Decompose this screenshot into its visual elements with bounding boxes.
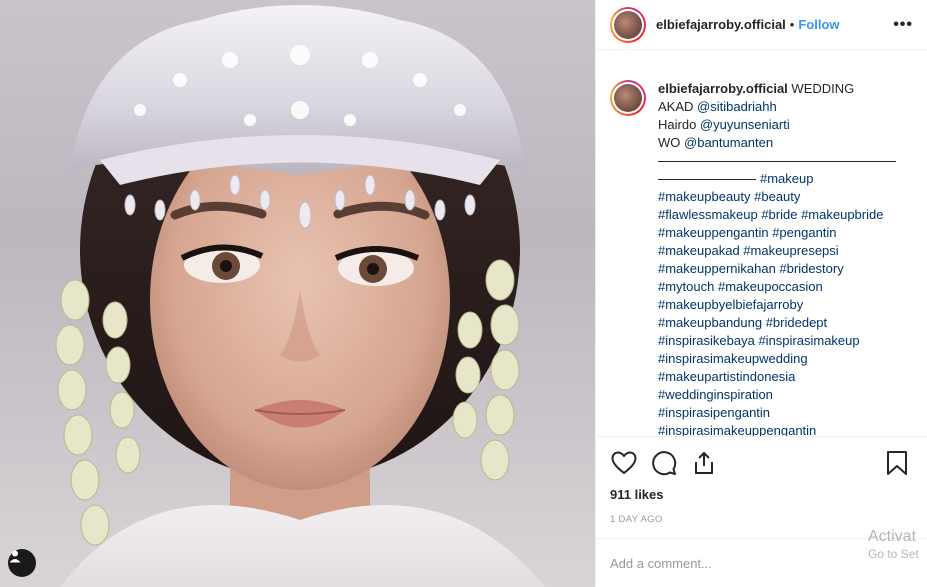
mention-link[interactable]: @bantumanten xyxy=(684,135,773,150)
avatar[interactable] xyxy=(610,6,646,43)
hashtag-link[interactable]: #inspirasikebaya #inspirasimakeup xyxy=(658,332,908,350)
hashtag-link[interactable]: #makeuppengantin #pengantin xyxy=(658,224,908,242)
caption-divider xyxy=(658,161,896,162)
hashtag-link[interactable]: #weddinginspiration xyxy=(658,386,908,404)
caption-text: elbiefajarroby.official WEDDING AKAD @si… xyxy=(658,80,908,436)
mention-link[interactable]: @yuyunseniarti xyxy=(700,117,790,132)
hashtag-link[interactable]: #makeupbeauty #beauty xyxy=(658,188,908,206)
caption-avatar[interactable] xyxy=(610,80,646,116)
post-actions: 911 likes 1 DAY AGO xyxy=(596,436,927,525)
hashtag-link[interactable]: #makeupakad #makeupresepsi xyxy=(658,242,908,260)
wo-label: WO xyxy=(658,135,681,150)
caption-area: elbiefajarroby.official WEDDING AKAD @si… xyxy=(596,62,927,436)
heart-icon[interactable] xyxy=(610,449,638,477)
hashtag-link[interactable]: #inspirasimakeuppengantin xyxy=(658,422,908,436)
header-username[interactable]: elbiefajarroby.official xyxy=(656,17,786,32)
post-timestamp[interactable]: 1 DAY AGO xyxy=(610,514,911,525)
hairdo-label: Hairdo xyxy=(658,117,697,132)
comment-box xyxy=(596,538,927,587)
hashtag-link[interactable]: #makeupbyelbiefajarroby xyxy=(658,296,908,314)
caption-divider-short xyxy=(658,179,756,181)
caption-username[interactable]: elbiefajarroby.official xyxy=(658,81,788,96)
mention-link[interactable]: @sitibadriahh xyxy=(697,99,777,114)
caption-title: WEDDING xyxy=(791,81,855,96)
akad-label: AKAD xyxy=(658,99,694,114)
likes-count[interactable]: 911 likes xyxy=(610,487,911,502)
follow-button[interactable]: Follow xyxy=(798,17,839,32)
header-separator: • xyxy=(789,17,795,32)
share-icon[interactable] xyxy=(690,449,718,477)
bookmark-icon[interactable] xyxy=(883,449,911,477)
hashtag-link[interactable]: #inspirasimakeupwedding xyxy=(658,350,908,368)
comment-icon[interactable] xyxy=(650,449,678,477)
post-photo[interactable] xyxy=(0,0,595,587)
hashtag-link[interactable]: #makeuppernikahan #bridestory xyxy=(658,260,908,278)
hashtag-link[interactable]: #flawlessmakeup #bride #makeupbride xyxy=(658,206,908,224)
more-options-icon[interactable]: ••• xyxy=(893,16,913,34)
hashtag-link[interactable]: #inspirasipengantin xyxy=(658,404,908,422)
post-header: elbiefajarroby.official • Follow ••• xyxy=(596,0,927,50)
comment-input[interactable] xyxy=(610,555,830,571)
tagged-users-button[interactable] xyxy=(8,549,36,577)
hashtag-link[interactable]: #makeupartistindonesia xyxy=(658,368,908,386)
action-icons xyxy=(610,449,911,477)
post-sidebar: elbiefajarroby.official • Follow ••• elb… xyxy=(595,0,927,587)
hashtag-link[interactable]: #makeupbandung #bridedept xyxy=(658,314,908,332)
hashtag-link[interactable]: #makeup xyxy=(760,171,813,186)
bride-portrait xyxy=(55,5,545,587)
hashtag-link[interactable]: #mytouch #makeupoccasion xyxy=(658,278,908,296)
